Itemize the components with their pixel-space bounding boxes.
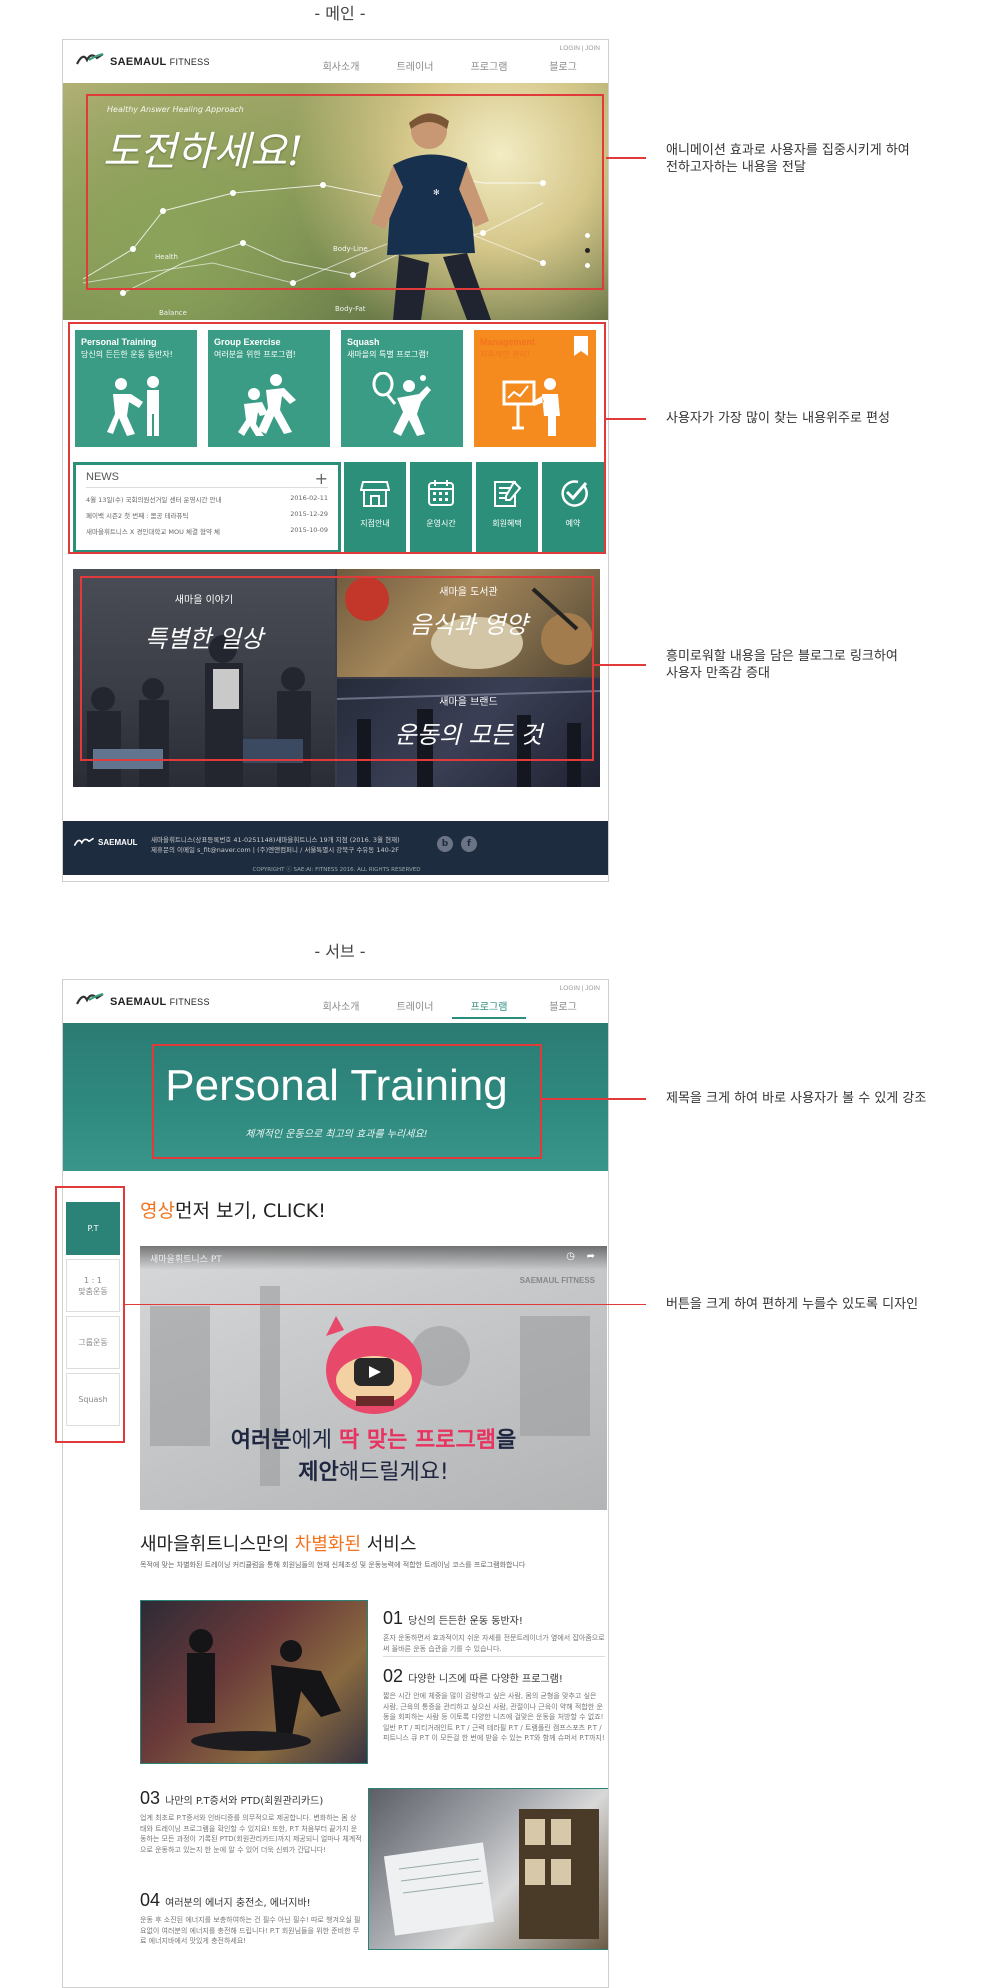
- photo-record-card: [368, 1788, 608, 1950]
- nav-item-trainer[interactable]: 트레이너: [378, 998, 452, 1019]
- logo-mark-icon: [76, 53, 104, 65]
- callout-blog: 흥미로워할 내용을 담은 블로그로 링크하여 사용자 만족감 증대: [666, 649, 898, 681]
- service-item-3: 03 나만의 P.T증서와 PTD(회원관리카드) 업계 최초로 P.T증서와 …: [140, 1788, 362, 1855]
- callout-sidemenu: 버튼을 크게 하여 편하게 누를수 있도록 디자인: [666, 1297, 919, 1312]
- service-description: 목적에 맞는 차별화된 트레이닝 커리큘럼을 통해 회원님들의 현재 신체조성 …: [140, 1561, 526, 1569]
- callout-connector: [606, 418, 646, 420]
- video-player[interactable]: 새마을휘트니스 PT ◷ ➦ SAEMAUL FITNESS 여러분에게 딱 맞…: [140, 1246, 607, 1510]
- heading-accent: 차별화된: [294, 1534, 362, 1555]
- play-button-icon[interactable]: [354, 1358, 394, 1386]
- login-join-links[interactable]: LOGIN | JOIN: [560, 45, 600, 52]
- callout-connector: [125, 1304, 646, 1305]
- login-join-links[interactable]: LOGIN | JOIN: [560, 985, 600, 992]
- item-title-accent: 에너지바!: [269, 1898, 311, 1909]
- service-item-4: 04 여러분의 에너지 충전소, 에너지바! 운동 후 소진된 에너지를 보충하…: [140, 1890, 362, 1947]
- item-title-accent: 든든한 운동 동반자!: [438, 1616, 523, 1627]
- divider: [383, 1656, 605, 1657]
- footer-logo-text: SAEMAUL: [98, 837, 138, 847]
- caption-part: 딱 맞는 프로그램: [338, 1428, 496, 1453]
- video-title: 새마을휘트니스 PT: [150, 1255, 222, 1265]
- callout-connector: [606, 157, 646, 159]
- nav-item-blog[interactable]: 블로그: [526, 58, 600, 77]
- video-heading-text: 먼저 보기, CLICK!: [174, 1200, 326, 1222]
- hero-label-bodyfat: Body-Fat: [335, 305, 366, 313]
- item-title: 다양한 니즈에 따른: [408, 1674, 492, 1685]
- footer: SAEMAUL 새마을휘트니스(상표등록번호 41-0251148)새마을휘트니…: [63, 821, 608, 875]
- photo-training-figures: [187, 1629, 341, 1751]
- highlight-box-blog: [80, 576, 594, 761]
- item-number: 02: [383, 1666, 404, 1686]
- item-text: 짧은 시간 안에 체중을 많이 감량하고 싶은 사람, 몸의 균형을 맞추고 싶…: [383, 1692, 605, 1742]
- callout-title: 제목을 크게 하여 바로 사용자가 볼 수 있게 강조: [666, 1091, 927, 1106]
- item-title: 여러분의 에너지 충전소,: [165, 1898, 270, 1909]
- item-text: 운동 후 소진된 에너지를 보충하여하는 건 필수 아닌 필수! 따로 챙겨오실…: [140, 1916, 361, 1945]
- video-caption-line2: 제안해드릴게요!: [140, 1454, 607, 1486]
- highlight-box-hero: [86, 94, 604, 290]
- highlight-box-tiles: [68, 322, 606, 554]
- main-nav: 회사소개 트레이너 프로그램 블로그: [304, 998, 600, 1019]
- service-heading: 새마을휘트니스만의 차별화된 서비스: [140, 1530, 416, 1556]
- nav-item-program[interactable]: 프로그램: [452, 58, 526, 77]
- copyright: COPYRIGHT ⓒ SAE:AI: FITNESS 2016. ALL RI…: [252, 867, 421, 873]
- photo-record-figures: [383, 1809, 599, 1939]
- share-icon[interactable]: ➦: [587, 1251, 595, 1262]
- callout-tiles: 사용자가 가장 많이 찾는 내용위주로 편성: [666, 411, 890, 426]
- section-label-sub: - 서브 -: [314, 942, 366, 961]
- heading-part: 새마을휘트니스만의: [140, 1534, 295, 1555]
- video-heading: 영상먼저 보기, CLICK!: [140, 1196, 326, 1223]
- footer-line: 제휴문의 이메일 s_fit@naver.com | (주)엔앤컴퍼니 / 서울…: [151, 846, 399, 854]
- blog-icon[interactable]: b: [437, 836, 453, 852]
- item-title-accent: P.T증서와 PTD(회원관리카드): [195, 1796, 324, 1807]
- facebook-icon[interactable]: f: [461, 836, 477, 852]
- callout-connector: [594, 664, 646, 666]
- caption-part: 여러분: [230, 1428, 292, 1453]
- caption-part: 에게: [291, 1428, 339, 1453]
- video-heading-accent: 영상: [140, 1200, 175, 1222]
- header: SAEMAUL FITNESS LOGIN | JOIN 회사소개 트레이너 프…: [63, 40, 608, 83]
- highlight-box-sidemenu: [55, 1186, 125, 1443]
- main-nav: 회사소개 트레이너 프로그램 블로그: [304, 58, 600, 77]
- service-item-2: 02 다양한 니즈에 따른 다양한 프로그램! 짧은 시간 안에 체중을 많이 …: [383, 1666, 605, 1744]
- logo[interactable]: SAEMAUL FITNESS: [75, 990, 210, 1008]
- logo-text: SAEMAUL: [110, 996, 167, 1008]
- header: SAEMAUL FITNESS LOGIN | JOIN 회사소개 트레이너 프…: [63, 980, 608, 1023]
- item-text: 혼자 운동하면서 효과적이지 쉬운 자세를 전문트레이너가 옆에서 잡아줌으로써…: [383, 1634, 605, 1653]
- caption-part: 제안: [298, 1460, 339, 1485]
- logo-mark-icon: [73, 837, 94, 847]
- logo-mark-icon: [76, 993, 104, 1005]
- photo-training: [140, 1600, 368, 1764]
- footer-info: 새마을휘트니스(상표등록번호 41-0251148)새마을휘트니스 19개 지점…: [151, 835, 400, 855]
- heading-part: 서비스: [361, 1534, 417, 1555]
- nav-item-company[interactable]: 회사소개: [304, 998, 378, 1019]
- item-text: 업계 최초로 P.T증서와 인바디증를 의무적으로 제공합니다. 변화하는 몸 …: [140, 1814, 362, 1854]
- watch-later-icon[interactable]: ◷: [566, 1251, 575, 1262]
- nav-item-trainer[interactable]: 트레이너: [378, 58, 452, 77]
- logo-text: SAEMAUL: [110, 56, 167, 68]
- nav-item-blog[interactable]: 블로그: [526, 998, 600, 1019]
- video-watermark: SAEMAUL FITNESS: [519, 1276, 595, 1285]
- logo-sub: FITNESS: [169, 997, 210, 1007]
- logo[interactable]: SAEMAUL FITNESS: [75, 50, 210, 68]
- caption-part: 해드릴게요!: [338, 1460, 449, 1485]
- logo-sub: FITNESS: [169, 57, 210, 67]
- item-title-accent: 다양한 프로그램!: [491, 1674, 563, 1685]
- highlight-box-title: [152, 1044, 542, 1159]
- item-number: 03: [140, 1788, 161, 1808]
- hero-label-balance: Balance: [159, 309, 187, 317]
- caption-part: 을: [495, 1428, 517, 1453]
- item-title: 나만의: [165, 1796, 196, 1807]
- video-caption-line1: 여러분에게 딱 맞는 프로그램을: [140, 1422, 607, 1454]
- footer-line: 새마을휘트니스(상표등록번호 41-0251148)새마을휘트니스 19개 지점…: [151, 836, 400, 844]
- item-number: 01: [383, 1608, 404, 1628]
- section-label-main: - 메인 -: [314, 4, 366, 23]
- callout-connector: [542, 1098, 646, 1100]
- callout-hero: 애니메이션 효과로 사용자를 집중시키게 하여 전하고자하는 내용을 전달: [666, 143, 910, 175]
- nav-item-program[interactable]: 프로그램: [452, 998, 526, 1019]
- item-title: 당신의: [408, 1616, 439, 1627]
- item-number: 04: [140, 1890, 161, 1910]
- service-item-1: 01 당신의 든든한 운동 동반자! 혼자 운동하면서 효과적이지 쉬운 자세를…: [383, 1608, 605, 1654]
- footer-logo: SAEMAUL: [73, 835, 138, 849]
- nav-item-company[interactable]: 회사소개: [304, 58, 378, 77]
